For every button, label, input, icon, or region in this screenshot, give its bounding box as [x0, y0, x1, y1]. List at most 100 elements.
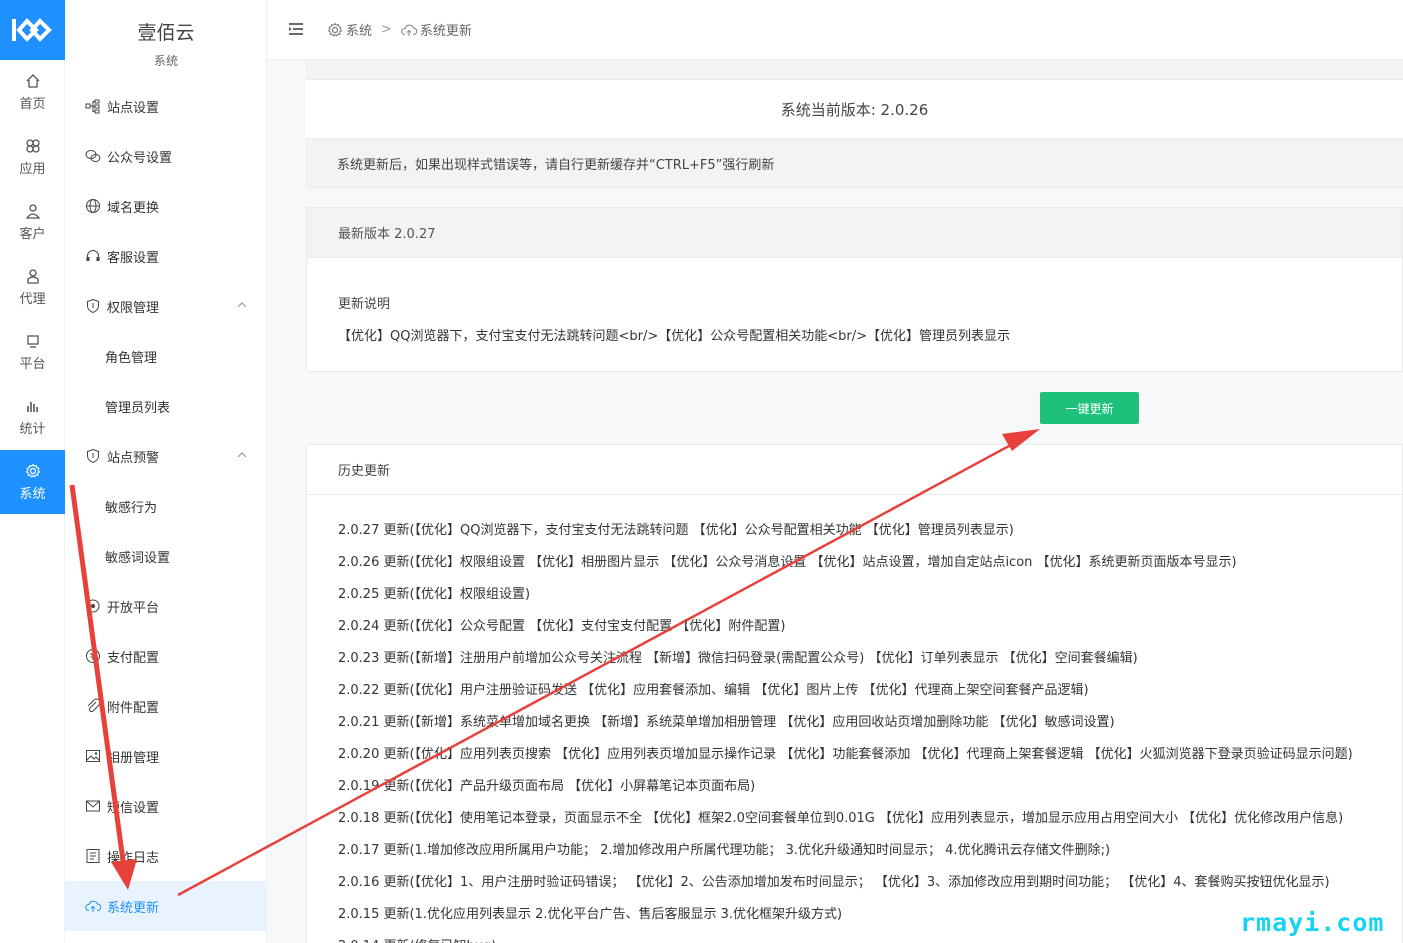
brand-name: 壹佰云: [137, 22, 195, 44]
history-item: 2.0.24 更新(【优化】公众号配置 【优化】支付宝支付配置 【优化】附件配置…: [338, 619, 786, 634]
history-list: 2.0.27 更新(【优化】QQ浏览器下，支付宝支付无法跳转问题 【优化】公众号…: [307, 495, 1402, 943]
history-item: 2.0.20 更新(【优化】应用列表页搜索 【优化】应用列表页增加显示操作记录 …: [338, 747, 1353, 762]
breadcrumb: 系统 > 系统更新: [327, 20, 472, 39]
sidebar-item-label: 敏感词设置: [105, 550, 171, 566]
sidebar-item-label: 权限管理: [107, 300, 160, 316]
rail-item-customer[interactable]: 客户: [0, 190, 65, 254]
history-item: 2.0.14 更新(修复已知bug): [338, 931, 1381, 943]
history-title: 历史更新: [307, 445, 1402, 495]
sidebar-item-wechat-settings[interactable]: 公众号设置: [65, 131, 267, 181]
breadcrumb-current: 系统更新: [419, 24, 472, 39]
app-logo[interactable]: [0, 0, 65, 60]
breadcrumb-root[interactable]: 系统: [346, 20, 372, 39]
brand-subtitle: 系统: [153, 54, 178, 68]
one-click-update-button[interactable]: 一键更新: [1040, 392, 1139, 424]
sidebar-item-label: 域名更换: [107, 200, 160, 216]
payment-icon: [86, 649, 100, 663]
icon-rail: 首页 应用 客户 代理 平台 统计 系统: [0, 0, 65, 943]
update-notes-label: 更新说明: [338, 297, 391, 312]
menu-toggle-icon[interactable]: [288, 22, 304, 36]
sidebar-item-operation-log[interactable]: 操作日志: [65, 831, 267, 881]
sidebar-item-open-platform[interactable]: 开放平台: [65, 581, 267, 631]
shield-icon: [87, 448, 99, 464]
sidebar-item-label: 角色管理: [105, 350, 158, 366]
rail-item-agent[interactable]: 代理: [0, 255, 65, 319]
rail-item-apps[interactable]: 应用: [0, 125, 65, 189]
history-item: 2.0.26 更新(【优化】权限组设置 【优化】相册图片显示 【优化】公众号消息…: [338, 555, 1237, 570]
globe-icon: [86, 199, 100, 213]
paperclip-icon: [87, 698, 101, 713]
logo-icon: [11, 18, 52, 42]
sidebar-item-roles[interactable]: 角色管理: [65, 331, 267, 381]
history-item: 2.0.27 更新(【优化】QQ浏览器下，支付宝支付无法跳转问题 【优化】公众号…: [338, 523, 1014, 538]
rail-item-platform[interactable]: 平台: [0, 320, 65, 384]
topbar: 系统 > 系统更新: [267, 0, 1403, 60]
sidebar-item-label: 附件配置: [107, 700, 160, 716]
bar-chart-icon: [26, 401, 38, 412]
sidebar-item-customer-service[interactable]: 客服设置: [65, 231, 267, 281]
headset-icon: [86, 250, 100, 261]
main-content: 系统当前版本: 2.0.26 系统更新后，如果出现样式错误等，请自行更新缓存并“…: [267, 60, 1403, 943]
cloud-upload-icon: [401, 24, 417, 36]
history-item: 2.0.25 更新(【优化】权限组设置): [338, 587, 531, 602]
shield-icon: [87, 298, 99, 314]
latest-version-title: 最新版本 2.0.27: [307, 208, 1402, 258]
history-item: 2.0.23 更新(【新增】注册用户前增加公众号关注流程 【新增】微信扫码登录(…: [338, 651, 1138, 666]
history-item: 2.0.21 更新(【新增】系统菜单增加域名更换 【新增】系统菜单增加相册管理 …: [338, 715, 1115, 730]
history-item: 2.0.16 更新(【优化】1、用户注册时验证码错误； 【优化】2、公告添加增加…: [338, 875, 1330, 890]
sidebar-item-attachment[interactable]: 附件配置: [65, 681, 267, 731]
sitemap-icon: [85, 99, 100, 114]
sidebar-item-site-settings[interactable]: 站点设置: [65, 81, 267, 131]
history-item: 2.0.15 更新(1.优化应用列表显示 2.优化平台广告、售后客服显示 3.优…: [338, 907, 843, 922]
home-icon: [26, 73, 39, 88]
sidebar-item-label: 开放平台: [107, 600, 160, 616]
sidebar-item-sensitive-behavior[interactable]: 敏感行为: [65, 481, 267, 531]
rail-item-system[interactable]: 系统: [0, 450, 65, 514]
sidebar-item-permissions[interactable]: 权限管理: [65, 281, 267, 331]
sidebar-item-label: 操作日志: [107, 850, 160, 866]
wechat-icon: [85, 150, 101, 162]
sidebar-item-label: 站点预警: [107, 450, 160, 466]
chevron-up-icon: [237, 302, 247, 308]
refresh-notice: 系统更新后，如果出现样式错误等，请自行更新缓存并“CTRL+F5”强行刷新: [306, 138, 1403, 188]
sidebar-item-label: 管理员列表: [105, 400, 171, 416]
history-item: 2.0.18 更新(【优化】使用笔记本登录，页面显示不全 【优化】框架2.0空间…: [338, 811, 1344, 826]
watermark: rmayi.com: [1240, 908, 1385, 937]
agent-icon: [26, 268, 39, 284]
sidebar-item-site-alert[interactable]: 站点预警: [65, 431, 267, 481]
apps-icon: [25, 138, 40, 153]
sidebar-item-sensitive-words[interactable]: 敏感词设置: [65, 531, 267, 581]
history-card: 历史更新 2.0.27 更新(【优化】QQ浏览器下，支付宝支付无法跳转问题 【优…: [306, 444, 1403, 943]
sidebar-item-payment[interactable]: 支付配置: [65, 631, 267, 681]
user-icon: [25, 203, 40, 219]
sidebar-item-domain[interactable]: 域名更换: [65, 181, 267, 231]
rail-item-label: 统计: [19, 421, 46, 437]
sidebar-item-admins[interactable]: 管理员列表: [65, 381, 267, 431]
rail-item-label: 应用: [19, 161, 46, 177]
breadcrumb-separator: >: [381, 22, 392, 37]
sidebar-item-album[interactable]: 相册管理: [65, 731, 267, 781]
sidebar-item-label: 客服设置: [107, 250, 160, 266]
open-platform-icon: [86, 599, 100, 613]
sidebar-item-label: 公众号设置: [107, 150, 173, 166]
rail-item-stats[interactable]: 统计: [0, 385, 65, 449]
rail-item-home[interactable]: 首页: [0, 60, 65, 124]
sidebar-item-sms[interactable]: 短信设置: [65, 781, 267, 831]
rail-item-label: 系统: [19, 486, 46, 502]
latest-version-body: 更新说明 【优化】QQ浏览器下，支付宝支付无法跳转问题<br/>【优化】公众号配…: [307, 258, 1402, 344]
gear-icon: [327, 22, 343, 37]
latest-version-card: 最新版本 2.0.27 更新说明 【优化】QQ浏览器下，支付宝支付无法跳转问题<…: [306, 207, 1403, 372]
history-item: 2.0.22 更新(【优化】用户注册验证码发送 【优化】应用套餐添加、编辑 【优…: [338, 683, 1089, 698]
image-icon: [86, 750, 100, 762]
brand: 壹佰云 系统: [65, 0, 267, 68]
sidebar-item-system-update[interactable]: 系统更新: [65, 881, 267, 931]
rail-item-label: 平台: [19, 356, 46, 372]
sidebar-item-label: 敏感行为: [105, 500, 158, 516]
sidebar-item-label: 支付配置: [107, 650, 160, 666]
history-item: 2.0.19 更新(【优化】产品升级页面布局 【优化】小屏幕笔记本页面布局): [338, 779, 756, 794]
mail-icon: [86, 800, 100, 812]
log-icon: [86, 849, 100, 863]
monitor-icon: [26, 334, 39, 348]
update-notes-text: 【优化】QQ浏览器下，支付宝支付无法跳转问题<br/>【优化】公众号配置相关功能…: [338, 329, 1010, 344]
rail-item-label: 客户: [19, 226, 46, 242]
